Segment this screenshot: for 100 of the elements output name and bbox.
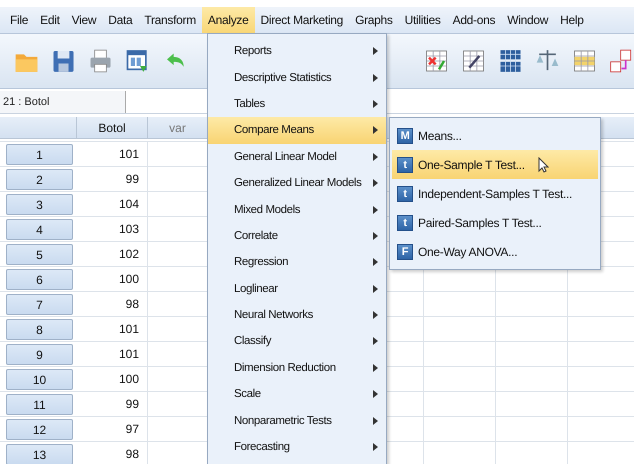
menu-item-label: Scale [234,388,261,400]
submenu-arrow-icon [373,337,378,346]
menu-item-label: Loglinear [234,282,278,295]
menu-item[interactable]: Neural Networks [208,302,386,328]
menu-item[interactable]: View [66,7,102,33]
menu-item-label: General Linear Model [234,150,337,163]
table-cell: 98 [77,442,148,464]
submenu-arrow-icon [373,47,378,56]
row-header[interactable]: 2 [6,169,73,190]
submenu-arrow-icon [373,443,378,452]
table-cell: 102 [77,242,148,267]
submenu-arrow-icon [373,152,378,161]
menu-item[interactable]: Descriptive Statistics [208,64,386,91]
submenu-arrow-icon [373,284,378,293]
menu-item-label: Forecasting [234,441,290,454]
procedure-icon: F [397,244,413,260]
table-cell: 97 [77,417,148,442]
row-header[interactable]: 5 [6,244,73,265]
menu-item-label: Means... [418,128,462,142]
menu-item[interactable]: Graphs [349,7,399,33]
menu-item-label: Paired-Samples T Test... [418,216,542,230]
row-header[interactable]: 1 [6,144,73,165]
table-cell: 100 [77,367,148,392]
table-cell: 101 [77,317,148,342]
cell-reference: 21 : Botol [0,91,126,113]
menu-item-label: Classify [234,335,272,348]
menu-item-label: Descriptive Statistics [234,72,332,84]
menu-item[interactable]: Reports [208,38,386,64]
row-header[interactable]: 3 [6,194,73,215]
menu-item-label: Generalized Linear Models [234,177,362,190]
menu-item[interactable]: Window [501,7,554,33]
cursor-icon [538,156,549,172]
menu-item[interactable]: Help [554,7,590,33]
submenu-arrow-icon [373,364,378,372]
menu-item[interactable]: Regression [208,249,386,276]
submenu-arrow-icon [373,232,378,240]
procedure-icon: t [397,214,413,230]
menu-item[interactable]: Transform [138,7,202,33]
submenu-arrow-icon [373,74,378,82]
row-header[interactable]: 7 [6,294,73,315]
menu-item[interactable]: Compare Means [208,117,386,144]
row-header[interactable]: 11 [6,394,73,415]
menu-item[interactable]: Scale [208,381,386,408]
submenu-arrow-icon [373,311,378,320]
row-header[interactable]: 8 [6,319,73,340]
table-cell: 101 [77,142,148,167]
column-header[interactable]: var [148,117,208,139]
menu-item-label: Reports [234,45,272,58]
menu-item[interactable]: Nonparametric Tests [208,407,386,434]
menu-item-label: Dimension Reduction [234,362,336,374]
menu-item[interactable]: Add-ons [446,7,502,33]
menu-item-label: One-Sample T Test... [418,158,525,172]
menu-item[interactable]: File [4,7,34,33]
menu-item[interactable]: Direct Marketing [254,7,350,33]
submenu-arrow-icon [373,258,378,266]
table-cell: 98 [77,292,148,317]
submenu-arrow-icon [373,126,378,134]
submenu-arrow-icon [373,390,378,398]
menu-item[interactable]: Forecasting [208,434,386,460]
menu-item-label: Mixed Models [234,204,300,216]
menu-item-label: Neural Networks [234,309,313,322]
submenu-arrow-icon [373,206,378,214]
table-cell: 99 [77,392,148,417]
table-cell: 100 [77,267,148,292]
menu-item[interactable]: General Linear Model [208,144,386,170]
menu-item[interactable]: Analyze [202,7,254,33]
submenu-arrow-icon [373,100,378,108]
row-header[interactable]: 12 [6,419,73,440]
menu-item[interactable]: F One-Way ANOVA... [392,237,598,266]
menu-item-label: Regression [234,256,288,268]
menu-item-label: Compare Means [234,124,314,136]
row-header[interactable]: 13 [6,444,73,464]
menu-item[interactable]: t Paired-Samples T Test... [392,208,598,237]
menu-item[interactable]: Utilities [398,7,447,33]
row-header[interactable]: 6 [6,269,73,290]
menu-item[interactable]: t One-Sample T Test... [392,150,598,179]
menu-item[interactable]: M Means... [392,121,598,150]
menu-item[interactable]: Edit [34,7,66,33]
menu-item[interactable]: Dimension Reduction [208,354,386,382]
row-header[interactable]: 10 [6,369,73,390]
table-cell: 99 [77,167,148,192]
menu-item[interactable]: Mixed Models [208,196,386,223]
menu-item[interactable]: Data [102,7,138,33]
row-header[interactable]: 4 [6,219,73,240]
procedure-icon: M [397,128,413,144]
menu-item[interactable]: Generalized Linear Models [208,170,386,196]
menu-item[interactable]: Loglinear [208,276,386,302]
menu-item-label: Independent-Samples T Test... [418,186,572,200]
menu-item-label: Correlate [234,230,278,242]
menu-item[interactable]: Correlate [208,222,386,250]
menu-item[interactable]: Classify [208,328,386,355]
table-cell: 101 [77,342,148,367]
menu-item-label: One-Way ANOVA... [418,244,518,258]
row-header[interactable]: 9 [6,344,73,365]
column-header[interactable]: Botol [77,117,148,139]
procedure-icon: t [397,156,413,172]
menu-item-label: Nonparametric Tests [234,414,332,427]
menu-item[interactable]: Tables [208,90,386,118]
menu-item-label: Tables [234,98,265,110]
menu-item[interactable]: t Independent-Samples T Test... [392,179,598,208]
